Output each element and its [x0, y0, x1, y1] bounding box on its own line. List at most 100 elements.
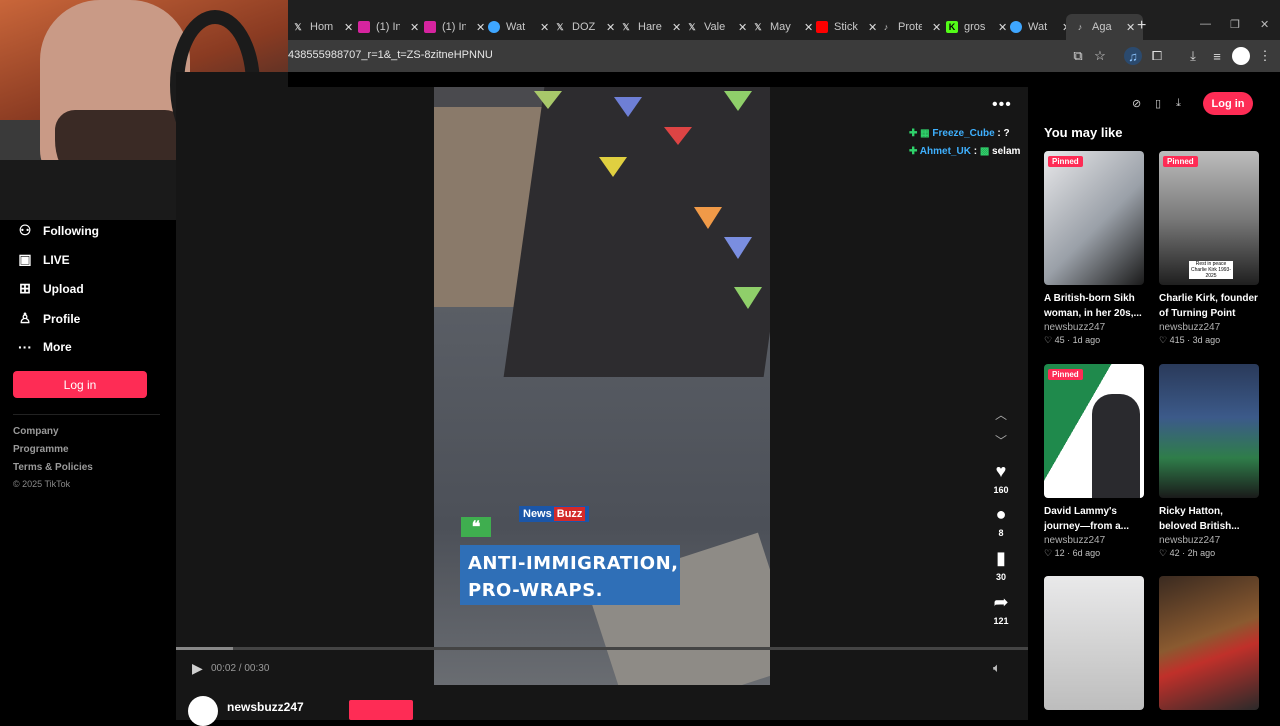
chat-message: ✚ Ahmet_UK : ▩ selam [909, 146, 1021, 157]
x-icon: 𝕏 [294, 21, 302, 32]
more-icon: ··· [18, 339, 32, 355]
close-icon[interactable]: ✕ [672, 21, 681, 34]
close-icon[interactable]: ✕ [998, 21, 1007, 34]
close-icon[interactable]: ✕ [540, 21, 549, 34]
footer-link-terms[interactable]: Terms & Policies [13, 462, 93, 473]
previous-video-icon[interactable]: ︿ [995, 406, 1007, 423]
sidebar-item-upload[interactable]: ⊞ Upload [16, 280, 84, 297]
tab-2[interactable]: (1) In ✕ [358, 14, 419, 40]
x-icon: 𝕏 [754, 21, 762, 32]
like-button[interactable]: ♥ 160 [988, 461, 1014, 495]
install-icon[interactable]: ⧉ [1069, 47, 1087, 65]
share-button[interactable]: ➦ 121 [988, 592, 1014, 626]
window-close-icon[interactable]: ✕ [1260, 18, 1269, 31]
quote-icon: ❝ [461, 517, 491, 537]
tab-8[interactable]: 𝕏 May ✕ [752, 14, 813, 40]
close-icon[interactable]: ✕ [868, 21, 877, 34]
live-icon: ▣ [18, 251, 32, 267]
phone-icon[interactable]: ▯ [1155, 97, 1161, 110]
tab-10[interactable]: ♪ Prote ✕ [880, 14, 941, 40]
extensions-icon[interactable]: ⧠ [1148, 47, 1166, 65]
menu-icon[interactable]: ⋮ [1256, 47, 1274, 65]
comment-icon: ● [995, 504, 1007, 524]
new-tab-button[interactable]: + [1137, 17, 1146, 35]
sidebar-item-live[interactable]: ▣ LIVE [16, 251, 69, 268]
tab-active[interactable]: ♪ Aga ✕ [1066, 14, 1144, 40]
download-app-icon[interactable]: ⤓ [1176, 97, 1181, 110]
sidebar-item-profile[interactable]: ♙ Profile [16, 310, 81, 327]
bunting-flag [599, 157, 627, 177]
follow-button[interactable] [349, 700, 413, 720]
sidebar-item-more[interactable]: ··· More [16, 339, 72, 355]
volume-icon[interactable]: 🔈︎ [993, 660, 1001, 676]
copyright: © 2025 TikTok [13, 479, 71, 489]
close-icon[interactable]: ✕ [1126, 21, 1135, 34]
tab-1[interactable]: 𝕏 Hom ✕ [292, 14, 353, 40]
recommended-video-card[interactable] [1159, 576, 1259, 710]
close-icon[interactable]: ✕ [804, 21, 813, 34]
play-icon[interactable]: ▶ [192, 660, 203, 677]
recommended-video-card[interactable]: Pinned A British-born Sikh woman, in her… [1044, 151, 1144, 346]
chat-badge-icon: ✚ ▦ [909, 128, 933, 139]
x-icon: 𝕏 [622, 21, 630, 32]
compass-icon[interactable]: ⊘ [1132, 97, 1141, 110]
tab-4[interactable]: Wat ✕ [488, 14, 549, 40]
tab-9[interactable]: Stick ✕ [816, 14, 877, 40]
share-icon: ➦ [993, 592, 1009, 612]
media-icon[interactable]: ≡ [1208, 47, 1226, 65]
close-icon[interactable]: ✕ [606, 21, 615, 34]
close-icon[interactable]: ✕ [738, 21, 747, 34]
footer-link-programme[interactable]: Programme [13, 444, 69, 455]
recommended-video-card[interactable] [1044, 576, 1144, 710]
x-icon: 𝕏 [688, 21, 696, 32]
save-button[interactable]: ▮ 30 [988, 548, 1014, 582]
following-icon: ⚇ [18, 222, 32, 238]
watch-icon [488, 21, 500, 33]
instagram-icon [358, 21, 370, 33]
next-video-icon[interactable]: ﹀ [995, 432, 1007, 449]
sidebar-item-following[interactable]: ⚇ Following [16, 222, 99, 239]
emote-icon: ▩ [979, 146, 993, 157]
recommended-video-card[interactable]: Pinned Rest in peace Charlie Kirk 1993-20… [1159, 151, 1259, 346]
close-icon[interactable]: ✕ [344, 21, 353, 34]
download-icon[interactable]: ⤓ [1184, 47, 1202, 65]
profile-icon: ♙ [18, 310, 32, 326]
video-thumbnail [1159, 576, 1259, 710]
close-icon[interactable]: ✕ [476, 21, 485, 34]
tab-7[interactable]: 𝕏 Vale ✕ [686, 14, 747, 40]
profile-avatar-icon[interactable] [1232, 47, 1250, 65]
bunting-flag [734, 287, 762, 309]
video-progress-bar[interactable] [176, 647, 1028, 650]
author-avatar[interactable] [188, 696, 218, 726]
footer-link-company[interactable]: Company [13, 426, 59, 437]
tab-5[interactable]: 𝕏 DOZ ✕ [554, 14, 615, 40]
bookmark-star-icon[interactable]: ☆ [1091, 47, 1109, 65]
comment-button[interactable]: ● 8 [988, 504, 1014, 538]
tab-11[interactable]: Kgros ✕ [946, 14, 1007, 40]
stage-top-strip [288, 72, 1028, 87]
video-thumbnail: Pinned [1044, 151, 1144, 285]
more-options-icon[interactable]: ••• [992, 96, 1012, 114]
chat-badge-icon: ✚ [909, 146, 920, 157]
url-field[interactable]: 438555988707_r=1&_t=ZS-8zitneHPNNU [288, 49, 493, 61]
author-name[interactable]: newsbuzz247 [227, 700, 304, 714]
bunting-flag [534, 91, 562, 109]
tab-3[interactable]: (1) In ✕ [424, 14, 485, 40]
video-time: 00:02 / 00:30 [211, 663, 270, 674]
audio-icon[interactable]: ♫ [1124, 47, 1142, 65]
kick-icon: K [946, 21, 958, 33]
recommended-video-card[interactable]: Pinned David Lammy's journey—from a... n… [1044, 364, 1144, 559]
tab-12[interactable]: Wat✕ [1010, 14, 1071, 40]
video-thumbnail [1159, 364, 1259, 498]
tab-6[interactable]: 𝕏 Hare ✕ [620, 14, 681, 40]
recommended-video-card[interactable]: Ricky Hatton, beloved British... newsbuz… [1159, 364, 1259, 559]
chat-message: ✚ ▦ Freeze_Cube : ? [909, 128, 1010, 139]
x-icon: 𝕏 [556, 21, 564, 32]
sidebar-login-button[interactable]: Log in [13, 371, 147, 398]
maximize-icon[interactable]: ❐ [1230, 18, 1240, 31]
close-icon[interactable]: ✕ [932, 21, 941, 34]
close-icon[interactable]: ✕ [410, 21, 419, 34]
header-login-button[interactable]: Log in [1203, 92, 1253, 115]
minimize-icon[interactable]: — [1200, 18, 1211, 30]
video-awning [503, 87, 770, 377]
